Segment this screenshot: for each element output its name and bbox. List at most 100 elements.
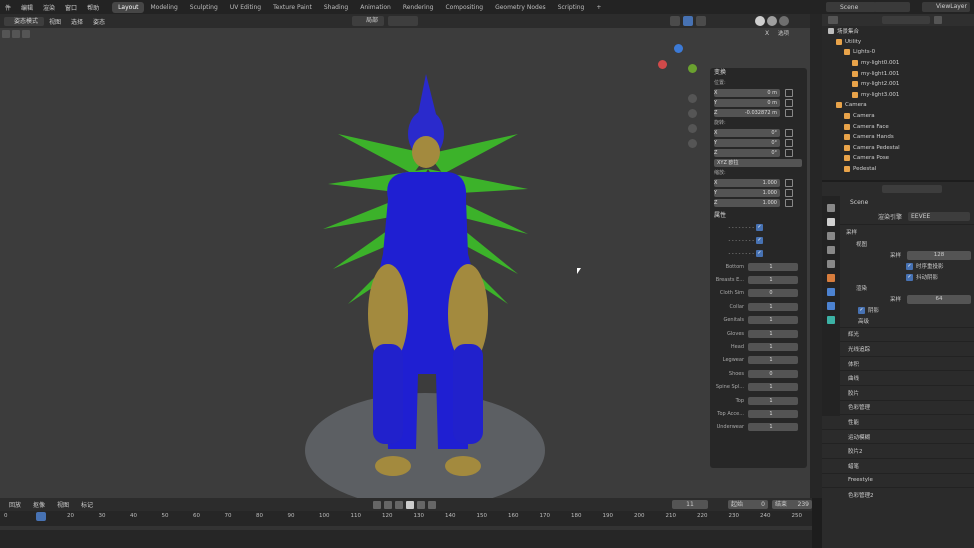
timeline-menu-keying[interactable]: 抠像: [28, 500, 50, 509]
scene-search-field[interactable]: [874, 2, 910, 12]
next-keyframe-icon[interactable]: [417, 500, 425, 509]
outliner-row[interactable]: Camera: [822, 100, 974, 111]
outliner-row[interactable]: Camera Pedestal: [822, 143, 974, 154]
property-value-field[interactable]: 1: [748, 262, 798, 271]
properties-section[interactable]: 性能: [822, 414, 974, 429]
properties-section[interactable]: 辉光: [822, 326, 974, 342]
menu-file[interactable]: 件: [0, 3, 16, 12]
lock-icon[interactable]: [785, 99, 793, 107]
play-icon[interactable]: [406, 500, 414, 509]
y-axis-icon[interactable]: [688, 64, 697, 73]
shadows-checkbox[interactable]: ✓: [858, 306, 865, 314]
transform-orientation-dropdown[interactable]: 局部: [352, 16, 384, 26]
modifier-tab-icon[interactable]: [827, 288, 835, 296]
filter-icon[interactable]: [934, 16, 942, 24]
lock-icon[interactable]: [785, 199, 793, 207]
navigation-gizmo[interactable]: [658, 44, 700, 86]
jump-end-icon[interactable]: [428, 500, 436, 509]
outliner-row[interactable]: Camera: [822, 111, 974, 122]
scene-selector[interactable]: Scene: [826, 2, 876, 12]
tab-shading[interactable]: Shading: [318, 2, 354, 13]
properties-section[interactable]: 胶片2: [822, 443, 974, 458]
grid-view-icon[interactable]: [688, 139, 697, 148]
timeline-menu-view[interactable]: 视图: [52, 500, 74, 509]
options-dropdown[interactable]: 选项: [778, 29, 808, 39]
jump-start-icon[interactable]: [373, 500, 381, 509]
property-value-field[interactable]: 1: [748, 316, 798, 325]
property-value-field[interactable]: 1: [748, 329, 798, 338]
play-reverse-icon[interactable]: [395, 500, 403, 509]
lock-icon[interactable]: [785, 179, 793, 187]
visibility-icon[interactable]: [670, 16, 680, 26]
properties-section[interactable]: 色彩管理: [822, 399, 974, 415]
viewport-samples-field[interactable]: 128: [907, 250, 972, 260]
rendered-shading-icon[interactable]: [779, 16, 789, 26]
render-tab-icon[interactable]: [827, 218, 835, 226]
tab-compositing[interactable]: Compositing: [439, 2, 489, 13]
rotation-y-field[interactable]: Y 0°: [714, 139, 780, 147]
properties-section[interactable]: 胶片: [822, 384, 974, 400]
frame-ruler[interactable]: 0112030405060708090100110120130140150160…: [0, 512, 812, 522]
timeline-menu-playback[interactable]: 回放: [4, 500, 26, 509]
outliner-row[interactable]: Camera Hands: [822, 132, 974, 143]
select-extend-icon[interactable]: [12, 30, 20, 38]
outliner-row[interactable]: my-light3.001: [822, 90, 974, 101]
menu-render[interactable]: 渲染: [38, 3, 60, 12]
tab-geometry-nodes[interactable]: Geometry Nodes: [489, 2, 552, 13]
location-x-field[interactable]: X 0 m: [714, 89, 780, 97]
outliner-row[interactable]: 场景集合: [822, 26, 974, 37]
tab-modeling[interactable]: Modeling: [144, 2, 183, 13]
dashed-checkbox[interactable]: ✓: [756, 224, 763, 231]
playhead[interactable]: [36, 512, 46, 521]
lock-icon[interactable]: [785, 89, 793, 97]
advanced-subsection[interactable]: 高级: [822, 316, 974, 327]
viewport-menu-select[interactable]: 选择: [66, 17, 88, 26]
close-button[interactable]: X: [762, 29, 772, 39]
jitter-shadows-checkbox[interactable]: ✓: [906, 273, 913, 281]
zoom-icon[interactable]: [688, 94, 697, 103]
outliner-row[interactable]: my-light0.001: [822, 58, 974, 69]
solid-shading-icon[interactable]: [755, 16, 765, 26]
outliner-row[interactable]: Pedestal: [822, 164, 974, 175]
select-subtract-icon[interactable]: [22, 30, 30, 38]
viewport-subsection[interactable]: 视图: [822, 239, 974, 250]
properties-section[interactable]: Freestyle: [822, 472, 974, 488]
overlay-toggle-icon[interactable]: [696, 16, 706, 26]
3d-viewport[interactable]: X 选项 变换 位置: X 0 m Y 0 m Z -0.032872 m 旋转…: [0, 28, 812, 498]
data-tab-icon[interactable]: [827, 316, 835, 324]
dashed-checkbox[interactable]: ✓: [756, 237, 763, 244]
tab-texture-paint[interactable]: Texture Paint: [267, 2, 318, 13]
viewport-menu-view[interactable]: 视图: [44, 17, 66, 26]
rotation-z-field[interactable]: Z 0°: [714, 149, 780, 157]
menu-help[interactable]: 帮助: [82, 3, 104, 12]
tab-scripting[interactable]: Scripting: [552, 2, 591, 13]
properties-section-title[interactable]: 属性: [710, 211, 807, 221]
location-z-field[interactable]: Z -0.032872 m: [714, 109, 780, 117]
gizmo-toggle-icon[interactable]: [683, 16, 693, 26]
property-value-field[interactable]: 1: [748, 356, 798, 365]
tool-tab-icon[interactable]: [827, 204, 835, 212]
output-tab-icon[interactable]: [827, 232, 835, 240]
rotation-x-field[interactable]: X 0°: [714, 129, 780, 137]
pivot-snap-controls[interactable]: [388, 16, 418, 26]
mode-selector[interactable]: 姿态模式: [4, 16, 44, 26]
pan-hand-icon[interactable]: [688, 109, 697, 118]
object-tab-icon[interactable]: [827, 274, 835, 282]
property-value-field[interactable]: 1: [748, 302, 798, 311]
add-workspace-button[interactable]: +: [590, 2, 607, 13]
shadows-subsection[interactable]: ✓ 阴影: [822, 305, 974, 316]
properties-section[interactable]: 曲线: [822, 370, 974, 385]
property-value-field[interactable]: 1: [748, 423, 798, 432]
material-shading-icon[interactable]: [767, 16, 777, 26]
properties-section[interactable]: 光线追踪: [822, 341, 974, 356]
outliner-row[interactable]: Camera Pose: [822, 153, 974, 164]
tab-layout[interactable]: Layout: [112, 1, 145, 13]
tab-sculpting[interactable]: Sculpting: [184, 2, 224, 13]
x-axis-icon[interactable]: [658, 60, 667, 69]
outliner-row[interactable]: my-light2.001: [822, 79, 974, 90]
outliner-search-input[interactable]: [882, 16, 930, 24]
outliner-display-mode-icon[interactable]: [828, 16, 838, 24]
select-box-icon[interactable]: [2, 30, 10, 38]
property-value-field[interactable]: 1: [748, 276, 798, 285]
properties-section[interactable]: 运动模糊: [822, 428, 974, 444]
